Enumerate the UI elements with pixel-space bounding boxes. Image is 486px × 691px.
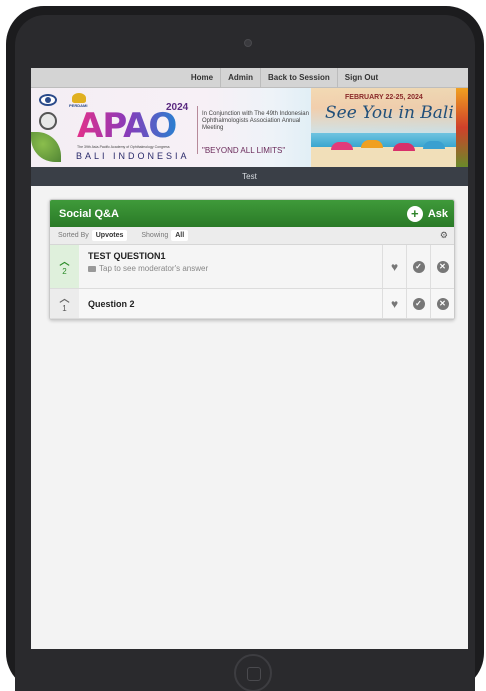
question-text: TEST QUESTION1 — [88, 251, 166, 261]
nav-sign-out[interactable]: Sign Out — [338, 68, 385, 88]
event-banner: PERDAMI APAO 2024 The 39th Asia-Pacific … — [31, 88, 468, 167]
perdami-logo-icon — [72, 93, 86, 103]
sort-upvotes-toggle[interactable]: Upvotes — [91, 230, 128, 241]
seal-logo-icon — [39, 112, 57, 130]
dismiss-button[interactable]: ✕ — [430, 245, 454, 288]
upvote-button[interactable]: ︿ 1 — [50, 289, 79, 318]
banner-divider — [197, 106, 198, 154]
filter-bar: Sorted By Upvotes Showing All ⚙ — [50, 227, 454, 245]
session-title-bar: Test — [31, 167, 468, 186]
question-body[interactable]: Question 2 — [79, 289, 382, 318]
top-nav: Home Admin Back to Session Sign Out — [31, 68, 468, 88]
banner-sand — [311, 147, 468, 167]
question-row[interactable]: ︿ 1 Question 2 ♥ ✓ ✕ — [50, 289, 454, 319]
sorted-by-label: Sorted By — [58, 232, 89, 239]
umbrella-icon — [393, 143, 415, 151]
nav-admin[interactable]: Admin — [221, 68, 261, 88]
upvote-icon: ︿ — [59, 256, 70, 268]
chat-icon — [88, 265, 96, 272]
qa-title: Social Q&A — [59, 207, 119, 220]
close-icon: ✕ — [436, 297, 449, 310]
banner-location: BALI INDONESIA — [76, 151, 190, 161]
social-qa-panel: Social Q&A + Ask Sorted By Upvotes Showi… — [49, 199, 455, 320]
bali-gate-decoration — [456, 88, 468, 167]
favorite-button[interactable]: ♥ — [382, 289, 406, 318]
upvote-button[interactable]: ︿ 2 — [50, 245, 79, 288]
question-body[interactable]: TEST QUESTION1 Tap to see moderator's an… — [79, 245, 382, 288]
ask-label: Ask — [427, 207, 448, 220]
umbrella-icon — [361, 140, 383, 148]
check-icon: ✓ — [412, 297, 425, 310]
close-icon: ✕ — [436, 260, 449, 273]
check-icon: ✓ — [412, 260, 425, 273]
showing-all-toggle[interactable]: All — [171, 230, 189, 241]
umbrella-icon — [423, 141, 445, 149]
eye-logo-icon — [39, 94, 57, 106]
leaf-decoration — [31, 132, 61, 162]
question-row[interactable]: ︿ 2 TEST QUESTION1 Tap to see moderator'… — [50, 245, 454, 289]
congress-name: The 39th Asia-Pacific Academy of Ophthal… — [77, 145, 170, 149]
favorite-button[interactable]: ♥ — [382, 245, 406, 288]
camera-icon — [244, 39, 252, 47]
showing-label: Showing — [141, 232, 169, 239]
banner-slogan: "BEYOND ALL LIMITS" — [202, 146, 286, 155]
apao-logo: APAO — [77, 106, 177, 146]
heart-icon: ♥ — [390, 296, 399, 311]
banner-year: 2024 — [166, 102, 189, 113]
gear-icon[interactable]: ⚙ — [440, 230, 448, 241]
vote-count: 2 — [62, 266, 67, 276]
umbrella-icon — [331, 142, 353, 150]
banner-conjunction: In Conjunction with The 49th Indonesian … — [202, 111, 309, 131]
moderator-answer-hint[interactable]: Tap to see moderator's answer — [88, 264, 382, 273]
heart-icon: ♥ — [390, 259, 399, 274]
approve-button[interactable]: ✓ — [406, 245, 430, 288]
question-text: Question 2 — [88, 299, 135, 309]
approve-button[interactable]: ✓ — [406, 289, 430, 318]
plus-icon: + — [406, 205, 423, 222]
vote-count: 1 — [62, 303, 67, 313]
qa-header: Social Q&A + Ask — [50, 200, 454, 227]
nav-back-to-session[interactable]: Back to Session — [261, 68, 338, 88]
ask-button[interactable]: + Ask — [406, 205, 448, 222]
dismiss-button[interactable]: ✕ — [430, 289, 454, 318]
upvote-icon: ︿ — [59, 293, 70, 305]
banner-tagline: See You in Bali — [325, 103, 454, 123]
session-title: Test — [242, 172, 257, 181]
home-hardware-button[interactable] — [234, 654, 272, 691]
screen: Home Admin Back to Session Sign Out PERD… — [31, 68, 468, 649]
nav-home[interactable]: Home — [184, 68, 222, 88]
hint-text: Tap to see moderator's answer — [99, 264, 209, 273]
banner-dates: FEBRUARY 22-25, 2024 — [345, 94, 423, 101]
